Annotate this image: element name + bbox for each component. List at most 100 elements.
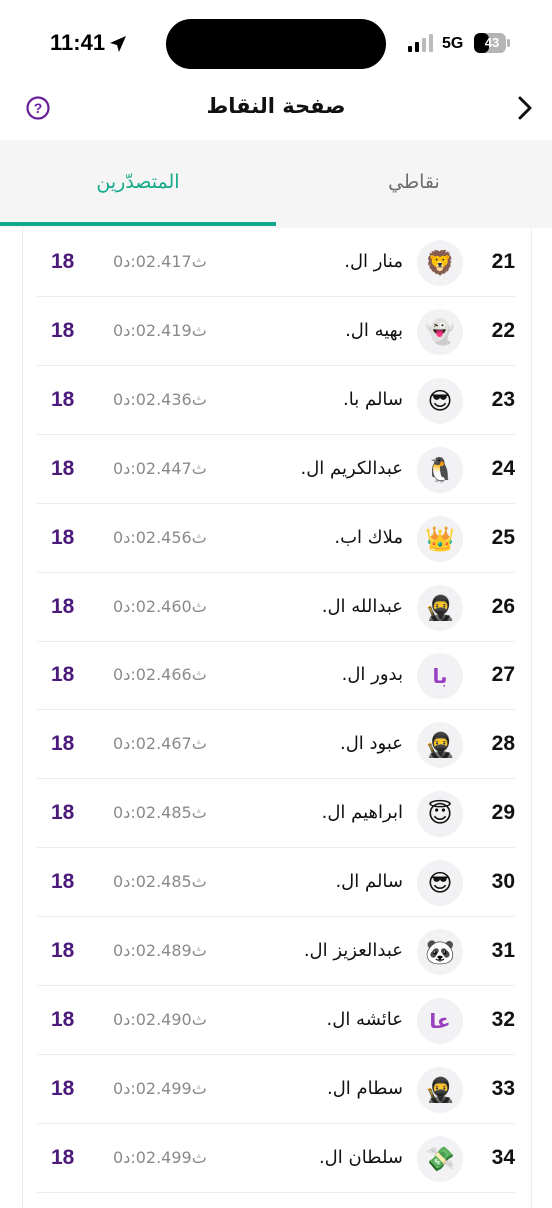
rank-number: 34 [491, 1145, 515, 1169]
signal-bars-icon [408, 34, 433, 52]
rank-number: 33 [491, 1076, 515, 1100]
initials-avatar: با [417, 653, 463, 700]
leaderboard-row[interactable]: 29 😇 ابراهيم ال. ث02.485:د0 18 [37, 779, 515, 849]
rank-number: 21 [491, 250, 515, 273]
rank-number: 23 [491, 387, 515, 411]
leaderboard-row[interactable]: 31 🐼 عبدالعزيز ال. ث02.489:د0 18 [37, 917, 515, 986]
completion-time: ث02.447:د0 [113, 458, 207, 478]
points-value: 18 [51, 1145, 75, 1169]
active-tab-indicator [0, 222, 276, 226]
player-name: عبدالكريم ال. [300, 457, 404, 479]
leaderboard-row[interactable]: 22 👻 بهيه ال. ث02.419:د0 18 [37, 297, 515, 366]
rank-number: 22 [491, 318, 515, 342]
player-name: عبدالعزيز ال. [303, 940, 403, 961]
points-value: 18 [51, 387, 75, 411]
leaderboard-row[interactable]: 23 😎 سالم با. ث02.436:د0 18 [37, 366, 515, 435]
initials-avatar: عا [417, 997, 463, 1044]
status-time: 11:41 [50, 30, 106, 55]
completion-time: ث02.485:د0 [113, 872, 207, 892]
rank-number: 28 [491, 732, 515, 756]
leaderboard-row[interactable]: 27 با بدور ال. ث02.466:د0 18 [37, 641, 515, 711]
tab-bar: المتصدّرين نقاطي [0, 140, 552, 228]
leaderboard-row[interactable]: 21 🦁 منار ال. ث02.417:د0 18 [37, 228, 515, 297]
completion-time: ث02.489:د0 [113, 941, 207, 960]
halo-avatar: 😇 [417, 791, 463, 838]
location-arrow-icon [110, 36, 126, 52]
leaderboard-row[interactable]: 32 عا عائشه ال. ث02.490:د0 18 [37, 986, 515, 1055]
crown-avatar: 👑 [417, 515, 463, 562]
points-value: 18 [51, 456, 75, 480]
points-value: 18 [51, 870, 75, 894]
leaderboard-row[interactable]: 34 💸 سلطان ال. ث02.499:د0 18 [37, 1124, 515, 1193]
points-value: 18 [51, 801, 75, 825]
status-bar: 11:41 5G 43 [0, 0, 552, 92]
completion-time: ث02.417:د0 [113, 252, 207, 271]
points-value: 18 [51, 1007, 75, 1031]
leaderboard-row[interactable]: 25 👑 ملاك اب. ث02.456:د0 18 [37, 504, 515, 573]
rank-number: 31 [491, 939, 515, 962]
points-value: 18 [51, 250, 75, 273]
completion-time: ث02.485:د0 [113, 803, 207, 823]
completion-time: ث02.466:د0 [113, 665, 207, 685]
completion-time: ث02.436:د0 [113, 389, 207, 409]
points-value: 18 [51, 525, 75, 549]
battery-level: 43 [484, 35, 500, 50]
page-header: ? صفحة النقاط [0, 84, 552, 132]
lion-avatar: 🦁 [417, 240, 463, 286]
completion-time: ث02.499:د0 [113, 1078, 207, 1098]
ninja-avatar: 🥷 [417, 584, 463, 631]
points-value: 18 [51, 732, 75, 756]
rank-number: 32 [491, 1007, 515, 1031]
money-avatar: 💸 [417, 1135, 463, 1182]
player-name: ملاك اب. [334, 526, 403, 548]
points-value: 18 [51, 318, 75, 342]
leaderboard-row[interactable]: 28 🥷 عبود ال. ث02.467:د0 18 [37, 710, 515, 780]
ninja-avatar: 🥷 [417, 722, 463, 769]
network-label: 5G [442, 35, 464, 52]
player-name: منار ال. [344, 251, 403, 272]
player-name: عبدالله ال. [321, 595, 403, 617]
completion-time: ث02.499:د0 [113, 1147, 207, 1167]
points-value: 18 [51, 939, 75, 962]
ghost-avatar: 👻 [417, 308, 463, 355]
completion-time: ث02.456:د0 [113, 527, 207, 547]
player-name: بهيه ال. [345, 319, 403, 341]
battery-icon: 43 [474, 33, 510, 53]
rank-number: 27 [491, 663, 515, 687]
sunglasses-avatar: 😎 [417, 377, 463, 424]
leaderboard-row[interactable]: 26 🥷 عبدالله ال. ث02.460:د0 18 [37, 573, 515, 642]
ninja-avatar: 🥷 [417, 1066, 463, 1113]
leaderboard-row[interactable]: 33 🥷 سطام ال. ث02.499:د0 18 [37, 1055, 515, 1124]
player-name: سالم با. [343, 388, 403, 410]
tab-my-points[interactable]: نقاطي [276, 140, 552, 228]
rank-number: 26 [491, 594, 515, 618]
rank-number: 29 [491, 801, 515, 825]
points-value: 18 [51, 1076, 75, 1100]
page-title: صفحة النقاط [206, 94, 346, 118]
points-value: 18 [51, 594, 75, 618]
points-value: 18 [51, 663, 75, 687]
dynamic-island [166, 19, 386, 69]
penguin-avatar: 🐧 [417, 446, 463, 493]
player-name: سالم ال. [335, 871, 403, 893]
rank-number: 24 [491, 456, 515, 480]
rank-number: 30 [491, 870, 515, 894]
player-name: عبود ال. [339, 733, 403, 755]
rank-number: 25 [491, 525, 515, 549]
player-name: سطام ال. [327, 1077, 403, 1099]
player-name: عائشه ال. [326, 1008, 403, 1030]
completion-time: ث02.490:د0 [113, 1009, 207, 1029]
leaderboard-list[interactable]: 21 🦁 منار ال. ث02.417:د0 18 22 👻 بهيه ال. ث02.41… [22, 228, 532, 1208]
leaderboard-row[interactable]: 24 🐧 عبدالكريم ال. ث02.447:د0 18 [37, 435, 515, 504]
leaderboard-row[interactable]: 30 😎 سالم ال. ث02.485:د0 18 [37, 848, 515, 918]
player-name: سلطان ال. [318, 1146, 403, 1168]
completion-time: ث02.467:د0 [113, 734, 207, 754]
player-name: ابراهيم ال. [321, 802, 403, 824]
chevron-right-icon[interactable] [512, 94, 536, 122]
tab-leaders[interactable]: المتصدّرين [0, 140, 276, 228]
completion-time: ث02.460:د0 [113, 596, 207, 616]
completion-time: ث02.419:د0 [113, 320, 207, 340]
sunglasses-avatar: 😎 [417, 860, 463, 907]
panda-avatar: 🐼 [417, 929, 463, 975]
player-name: بدور ال. [341, 664, 403, 686]
